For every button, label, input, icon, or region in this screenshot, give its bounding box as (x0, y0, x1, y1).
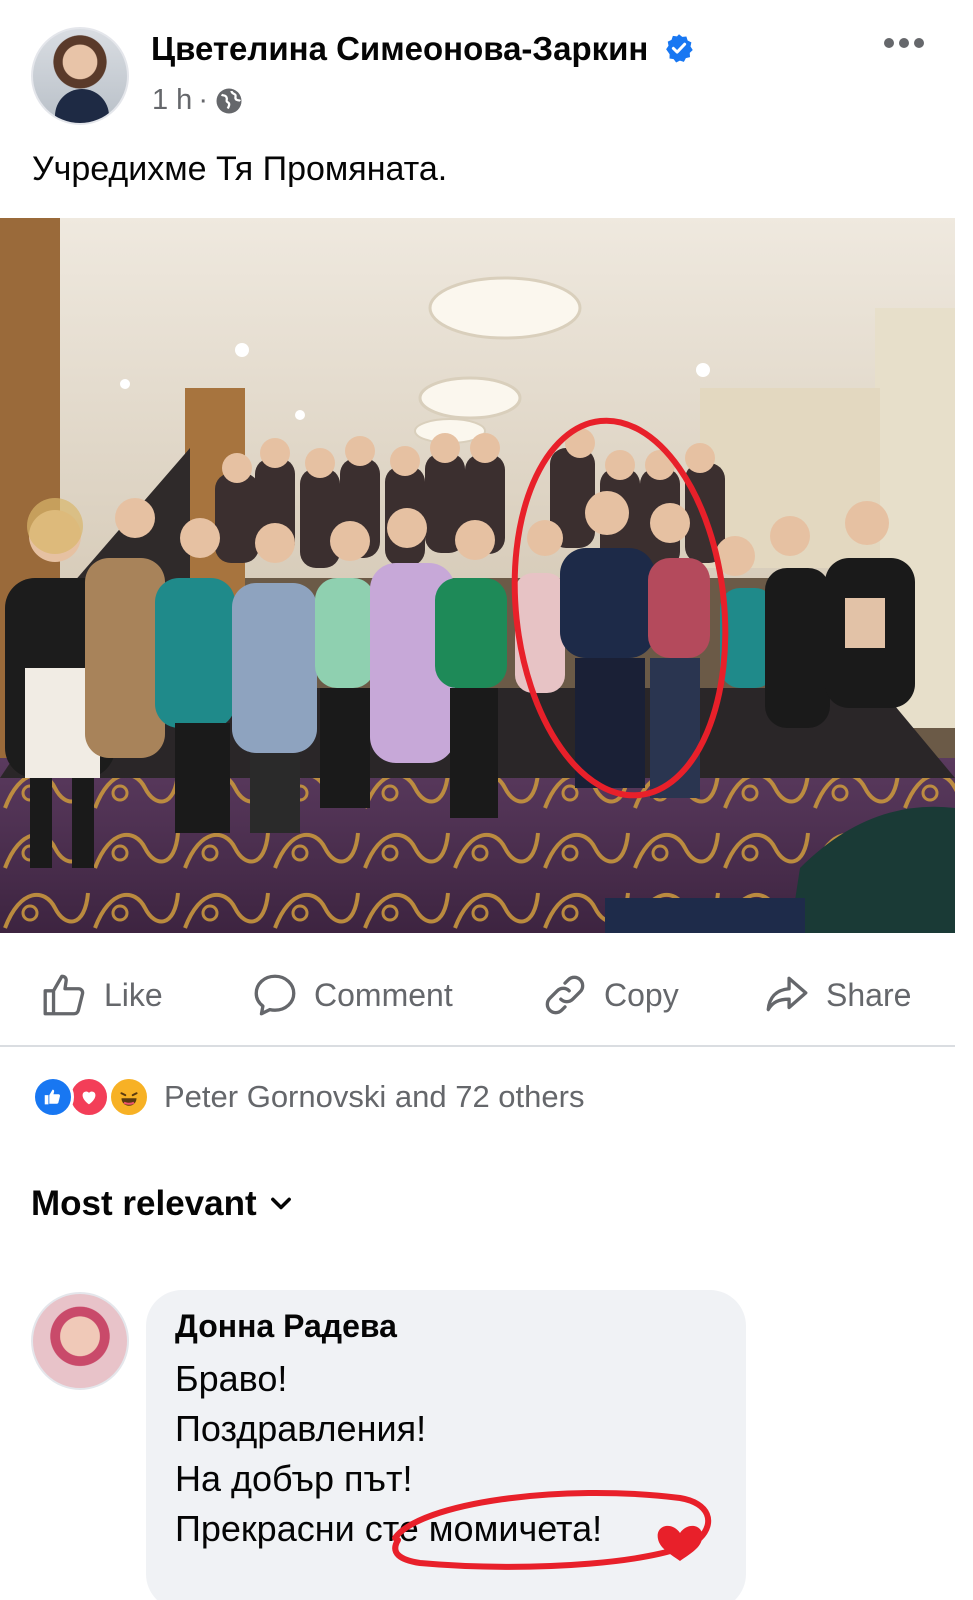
author-name-row[interactable]: Цветелина Симеонова-Заркин (151, 30, 694, 68)
red-annotation-underline (392, 1489, 712, 1570)
post-meta: 1 h · (152, 84, 244, 117)
author-avatar[interactable] (31, 27, 129, 125)
comment-label: Comment (314, 976, 453, 1013)
sort-label: Most relevant (31, 1184, 257, 1223)
reactions-summary[interactable]: Peter Gornovski and 72 others (32, 1076, 584, 1118)
verified-badge-icon (665, 34, 693, 63)
post-text: Учредихме Тя Промяната. (32, 150, 448, 188)
link-icon (545, 975, 585, 1015)
post-time[interactable]: 1 h (152, 84, 192, 117)
author-name[interactable]: Цветелина Симеонова-Заркин (151, 30, 648, 67)
group-photo-illustration (0, 218, 955, 933)
reactions-text[interactable]: Peter Gornovski and 72 others (164, 1079, 584, 1115)
chevron-down-icon (270, 1197, 291, 1210)
thumbs-up-icon (43, 974, 85, 1016)
meta-separator: · (198, 84, 208, 116)
share-arrow-icon (766, 976, 808, 1012)
comment-sort-dropdown[interactable]: Most relevant (31, 1184, 295, 1224)
love-icon (68, 1076, 110, 1118)
comment-line: Браво! (175, 1358, 288, 1399)
globe-icon (216, 88, 242, 113)
more-options-icon[interactable] (884, 33, 928, 53)
haha-icon (108, 1076, 150, 1118)
post-actions: Like Comment Copy Share (0, 955, 955, 1035)
reaction-icons (32, 1076, 152, 1118)
post-photo[interactable] (0, 218, 955, 933)
post-header: Цветелина Симеонова-Заркин 1 h · (0, 0, 973, 140)
actions-divider (0, 1045, 955, 1047)
copy-label: Copy (604, 976, 679, 1013)
comment-line: На добър път! (175, 1458, 413, 1499)
like-button[interactable]: Like (40, 970, 163, 1020)
comment-button[interactable]: Comment (250, 970, 453, 1020)
share-button[interactable]: Share (762, 970, 911, 1020)
comment-author[interactable]: Донна Радева (175, 1308, 397, 1345)
share-label: Share (826, 976, 912, 1013)
like-icon (32, 1076, 74, 1118)
comment-bubble-icon (254, 974, 296, 1016)
copy-button[interactable]: Copy (540, 970, 679, 1020)
like-label: Like (104, 976, 163, 1013)
comment-line: Поздравления! (175, 1408, 427, 1449)
commenter-avatar[interactable] (31, 1292, 129, 1390)
